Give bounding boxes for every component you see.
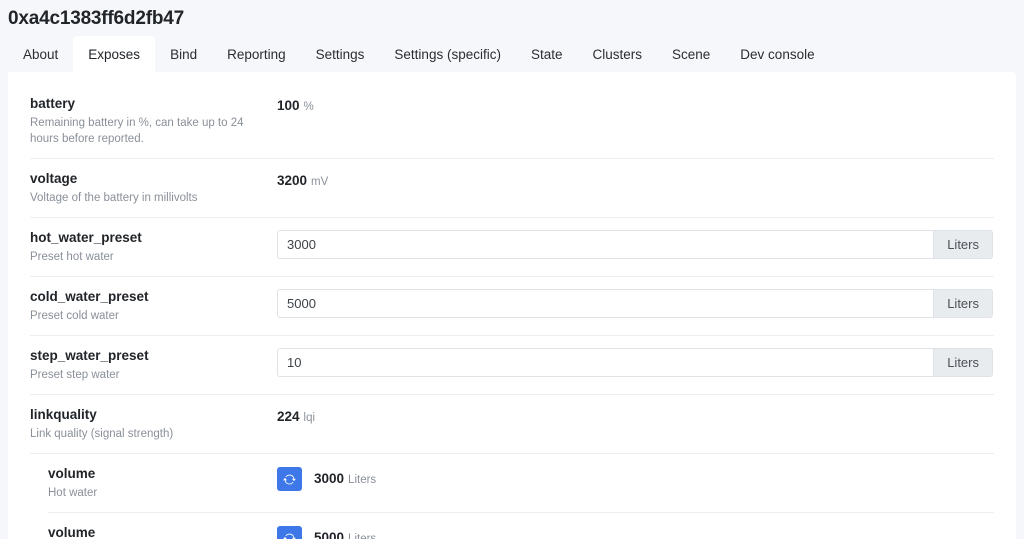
expose-label-column: hot_water_preset Preset hot water [30,229,277,265]
tab-bind[interactable]: Bind [155,36,212,72]
expose-value-readout: 5000 Liters [314,526,376,539]
expose-row: cold_water_preset Preset cold water Liters [30,277,994,336]
expose-value-input[interactable] [277,230,934,259]
expose-row: volumeCold water 5000Liters [48,513,994,539]
expose-description: Preset cold water [30,310,119,322]
expose-value-readout: 3200 mV [277,172,328,190]
expose-value-column: Liters [277,347,994,377]
expose-label-column: linkquality Link quality (signal strength… [30,406,277,442]
expose-unit: % [303,101,314,113]
expose-input-group: Liters [277,348,993,377]
expose-label-column: cold_water_preset Preset cold water [30,288,277,324]
expose-name: voltage [30,171,78,186]
refresh-icon-button[interactable] [277,467,302,491]
refresh-icon-button[interactable] [277,526,302,539]
tab-label: Scene [672,47,711,62]
expose-name: volume [48,525,96,539]
expose-label-column: battery Remaining battery in %, can take … [30,95,277,147]
exposes-card: battery Remaining battery in %, can take … [8,72,1016,539]
expose-value: 5000 [314,530,345,539]
expose-row: step_water_preset Preset step water Liters [30,336,994,395]
expose-value-readout: 224 lqi [277,408,315,426]
device-title: 0xa4c1383ff6d2fb47 [8,7,184,29]
expose-row: hot_water_preset Preset hot water Liters [30,218,994,277]
expose-value-readout: 3000 Liters [314,467,376,487]
expose-value-column: 224 lqi [277,406,994,426]
tab-dev-console[interactable]: Dev console [725,36,829,72]
tab-state[interactable]: State [516,36,578,72]
expose-unit: mV [311,176,329,188]
expose-row: voltage Voltage of the battery in millivo… [30,159,994,218]
expose-unit: Liters [348,474,377,486]
exposes-list: battery Remaining battery in %, can take … [8,72,1016,539]
expose-row: volume Hot water 3000 Liters [48,454,994,513]
expose-value: 3000 [314,471,345,486]
expose-value-column: 5000 Liters [277,524,994,539]
expose-description: Voltage of the battery in millivolts [30,192,198,204]
expose-value-column: 100% [277,95,994,115]
tab-label: Clusters [592,47,643,62]
expose-unit-addon: Liters [933,230,993,259]
expose-row: linkquality Link quality (signal strength… [30,395,994,454]
expose-label-column: voltage Voltage of the battery in millivo… [30,170,277,206]
tab-scene[interactable]: Scene [657,36,725,72]
expose-name: hot_water_preset [30,230,142,245]
tab-exposes[interactable]: Exposes [73,36,156,72]
expose-input-group: Liters [277,289,993,318]
tab-label: Reporting [227,47,286,62]
tab-label: About [23,47,59,62]
refresh-icon [283,473,296,486]
tab-label: State [530,47,563,62]
expose-name: cold_water_preset [30,289,149,304]
tab-label: Dev console [740,47,815,62]
expose-value: 224 [277,409,300,424]
expose-name: step_water_preset [30,348,149,363]
expose-value-column: 3000 Liters [277,465,994,491]
tab-label: Settings (specific) [394,47,501,62]
expose-name: battery [30,96,76,111]
tab-settings[interactable]: Settings [301,36,380,72]
expose-label-column: step_water_preset Preset step water [30,347,277,383]
tab-clusters[interactable]: Clusters [578,36,658,72]
expose-unit-addon: Liters [933,289,993,318]
expose-value-readout: 100% [277,97,314,115]
expose-name: linkquality [30,407,97,422]
expose-description: Remaining battery in %, can take up to 2… [30,117,244,145]
expose-value: 3200 [277,173,308,188]
expose-value-column: Liters [277,229,994,259]
expose-value-column: Liters [277,288,994,318]
page-header: 0xa4c1383ff6d2fb47 [0,0,1024,36]
tab-settings-specific[interactable]: Settings (specific) [379,36,516,72]
tab-label: Settings [315,47,365,62]
expose-name: volume [48,466,96,481]
expose-input-group: Liters [277,230,993,259]
tab-label: Bind [170,47,198,62]
expose-description: Link quality (signal strength) [30,428,174,440]
expose-label-column: volume Hot water [48,465,277,501]
device-tabs: About Exposes Bind Reporting Settings Setting… [0,36,1024,72]
expose-value-input[interactable] [277,348,934,377]
expose-row: battery Remaining battery in %, can take … [30,84,994,159]
expose-description: Hot water [48,487,98,499]
tab-about[interactable]: About [8,36,73,72]
expose-value: 100 [277,98,300,113]
expose-value-column: 3200 mV [277,170,994,190]
expose-description: Preset hot water [30,251,114,263]
expose-label-column: volumeCold water [48,524,277,539]
expose-value-input[interactable] [277,289,934,318]
refresh-icon [283,532,296,539]
tab-reporting[interactable]: Reporting [212,36,301,72]
expose-unit: lqi [303,412,316,424]
expose-unit: Liters [348,533,377,539]
expose-unit-addon: Liters [933,348,993,377]
tab-label: Exposes [88,47,141,62]
expose-description: Preset step water [30,369,120,381]
